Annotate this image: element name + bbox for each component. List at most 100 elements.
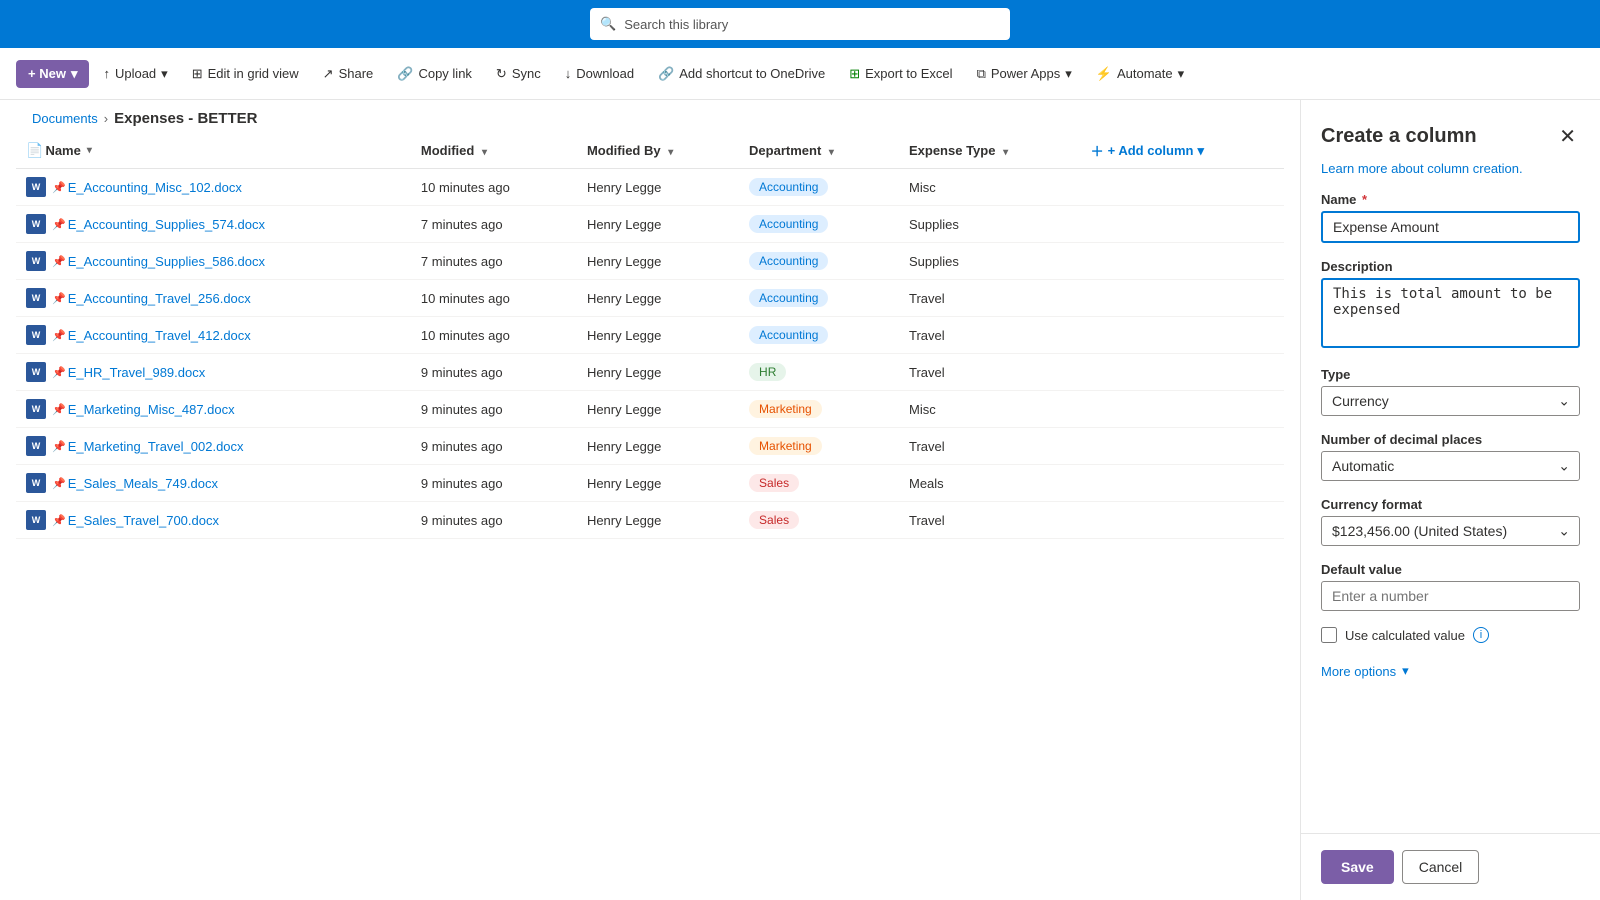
empty-cell: [1081, 354, 1284, 391]
file-name-link[interactable]: E_HR_Travel_989.docx: [68, 365, 206, 380]
currency-format-form-group: Currency format $123,456.00 (United Stat…: [1321, 497, 1580, 546]
table-row: W 📌 E_Accounting_Misc_102.docx 10 minute…: [16, 169, 1284, 206]
expense-type-cell: Travel: [899, 317, 1081, 354]
currency-format-select[interactable]: $123,456.00 (United States) €123.456,00 …: [1321, 516, 1580, 546]
decimal-select-wrapper: Automatic 0 1 2 3 4 5: [1321, 451, 1580, 481]
file-type-icon: 📄: [26, 142, 43, 159]
col-header-add-column[interactable]: ＋ + Add column ▾: [1081, 133, 1284, 169]
file-name-cell: W 📌 E_Accounting_Misc_102.docx: [16, 169, 411, 206]
department-cell: Marketing: [739, 428, 899, 465]
modified-cell: 9 minutes ago: [411, 428, 577, 465]
chevron-down-icon-col: ▾: [1197, 143, 1204, 159]
search-input-text: Search this library: [624, 17, 728, 32]
word-doc-icon: W: [26, 510, 46, 530]
add-column-button[interactable]: ＋ + Add column ▾: [1091, 141, 1274, 160]
file-name-cell: W 📌 E_Sales_Meals_749.docx: [16, 465, 411, 502]
calculated-value-checkbox[interactable]: [1321, 627, 1337, 643]
panel-learn-more-link[interactable]: Learn more about column creation.: [1301, 161, 1600, 192]
file-name-link[interactable]: E_Marketing_Travel_002.docx: [68, 439, 244, 454]
department-cell: Accounting: [739, 243, 899, 280]
file-name-link[interactable]: E_Marketing_Misc_487.docx: [68, 402, 235, 417]
breadcrumb-current: Expenses - BETTER: [114, 110, 257, 127]
expense-type-cell: Misc: [899, 391, 1081, 428]
file-name-link[interactable]: E_Accounting_Misc_102.docx: [68, 180, 242, 195]
file-name-link[interactable]: E_Accounting_Travel_256.docx: [68, 291, 251, 306]
panel-footer: Save Cancel: [1301, 833, 1600, 900]
share-icon: ↗: [323, 66, 334, 82]
new-button[interactable]: + New ▾: [16, 60, 89, 88]
panel-title: Create a column: [1321, 125, 1477, 148]
power-apps-button[interactable]: ⧉ Power Apps ▾: [967, 60, 1082, 88]
panel-header: Create a column ✕: [1301, 100, 1600, 161]
upload-button[interactable]: ↑ Upload ▾: [93, 60, 177, 88]
table-row: W 📌 E_Sales_Travel_700.docx 9 minutes ag…: [16, 502, 1284, 539]
department-cell: Sales: [739, 465, 899, 502]
department-cell: Accounting: [739, 206, 899, 243]
modified-cell: 9 minutes ago: [411, 354, 577, 391]
expense-type-cell: Meals: [899, 465, 1081, 502]
export-excel-button[interactable]: ⊞ Export to Excel: [839, 60, 962, 88]
modified-by-cell: Henry Legge: [577, 428, 739, 465]
automate-button[interactable]: ⚡ Automate ▾: [1086, 60, 1194, 88]
top-bar: 🔍 Search this library: [0, 0, 1600, 48]
cancel-button[interactable]: Cancel: [1402, 850, 1480, 884]
chevron-down-icon-more: ▾: [1402, 663, 1409, 679]
default-value-input[interactable]: [1321, 581, 1580, 611]
decimal-select[interactable]: Automatic 0 1 2 3 4 5: [1321, 451, 1580, 481]
share-button[interactable]: ↗ Share: [313, 60, 384, 88]
file-name-link[interactable]: E_Sales_Meals_749.docx: [68, 476, 218, 491]
description-form-group: Description This is total amount to be e…: [1321, 259, 1580, 351]
file-name-cell: W 📌 E_Accounting_Supplies_586.docx: [16, 243, 411, 280]
copy-link-button[interactable]: 🔗 Copy link: [387, 60, 482, 88]
col-header-modified-by[interactable]: Modified By ▾: [577, 133, 739, 169]
department-cell: Sales: [739, 502, 899, 539]
modified-by-cell: Henry Legge: [577, 243, 739, 280]
sync-button[interactable]: ↻ Sync: [486, 60, 551, 88]
search-container[interactable]: 🔍 Search this library: [590, 8, 1010, 40]
download-button[interactable]: ↓ Download: [555, 60, 644, 87]
calculated-value-group: Use calculated value i: [1321, 627, 1580, 643]
type-form-group: Type Currency Single line of text Multip…: [1321, 367, 1580, 416]
department-badge: Marketing: [749, 400, 822, 418]
type-select[interactable]: Currency Single line of text Multiple li…: [1321, 386, 1580, 416]
modified-cell: 7 minutes ago: [411, 243, 577, 280]
add-shortcut-button[interactable]: 🔗 Add shortcut to OneDrive: [648, 60, 835, 88]
breadcrumb-parent[interactable]: Documents: [32, 111, 98, 126]
chevron-down-icon-upload: ▾: [161, 66, 168, 82]
expense-type-cell: Travel: [899, 428, 1081, 465]
edit-grid-button[interactable]: ⊞ Edit in grid view: [182, 60, 309, 88]
automate-icon: ⚡: [1096, 66, 1112, 82]
modified-by-cell: Henry Legge: [577, 502, 739, 539]
more-options-toggle[interactable]: More options ▾: [1321, 659, 1580, 683]
file-name-link[interactable]: E_Sales_Travel_700.docx: [68, 513, 219, 528]
info-icon[interactable]: i: [1473, 627, 1489, 643]
description-textarea[interactable]: This is total amount to be expensed: [1321, 278, 1580, 348]
default-value-label: Default value: [1321, 562, 1580, 577]
col-header-department[interactable]: Department ▾: [739, 133, 899, 169]
department-badge: Accounting: [749, 178, 828, 196]
col-header-modified[interactable]: Modified ▾: [411, 133, 577, 169]
sort-icon-dept: ▾: [829, 147, 834, 158]
excel-icon: ⊞: [849, 66, 860, 82]
word-doc-icon: W: [26, 436, 46, 456]
save-button[interactable]: Save: [1321, 850, 1394, 884]
name-form-group: Name *: [1321, 192, 1580, 243]
file-name-link[interactable]: E_Accounting_Supplies_586.docx: [68, 254, 265, 269]
file-name-cell: W 📌 E_Sales_Travel_700.docx: [16, 502, 411, 539]
col-header-expense-type[interactable]: Expense Type ▾: [899, 133, 1081, 169]
file-name-link[interactable]: E_Accounting_Travel_412.docx: [68, 328, 251, 343]
table-row: W 📌 E_Marketing_Misc_487.docx 9 minutes …: [16, 391, 1284, 428]
department-badge: Sales: [749, 474, 799, 492]
department-badge: Accounting: [749, 326, 828, 344]
file-name-link[interactable]: E_Accounting_Supplies_574.docx: [68, 217, 265, 232]
name-label: Name *: [1321, 192, 1580, 207]
modified-by-cell: Henry Legge: [577, 169, 739, 206]
name-input[interactable]: [1321, 211, 1580, 243]
toolbar: + New ▾ ↑ Upload ▾ ⊞ Edit in grid view ↗…: [0, 48, 1600, 100]
panel-close-button[interactable]: ✕: [1555, 120, 1580, 153]
modified-cell: 9 minutes ago: [411, 465, 577, 502]
col-header-name[interactable]: 📄 Name ▾: [16, 133, 411, 169]
file-name-cell: W 📌 E_Marketing_Travel_002.docx: [16, 428, 411, 465]
sync-icon: ↻: [496, 66, 507, 82]
modified-by-cell: Henry Legge: [577, 206, 739, 243]
